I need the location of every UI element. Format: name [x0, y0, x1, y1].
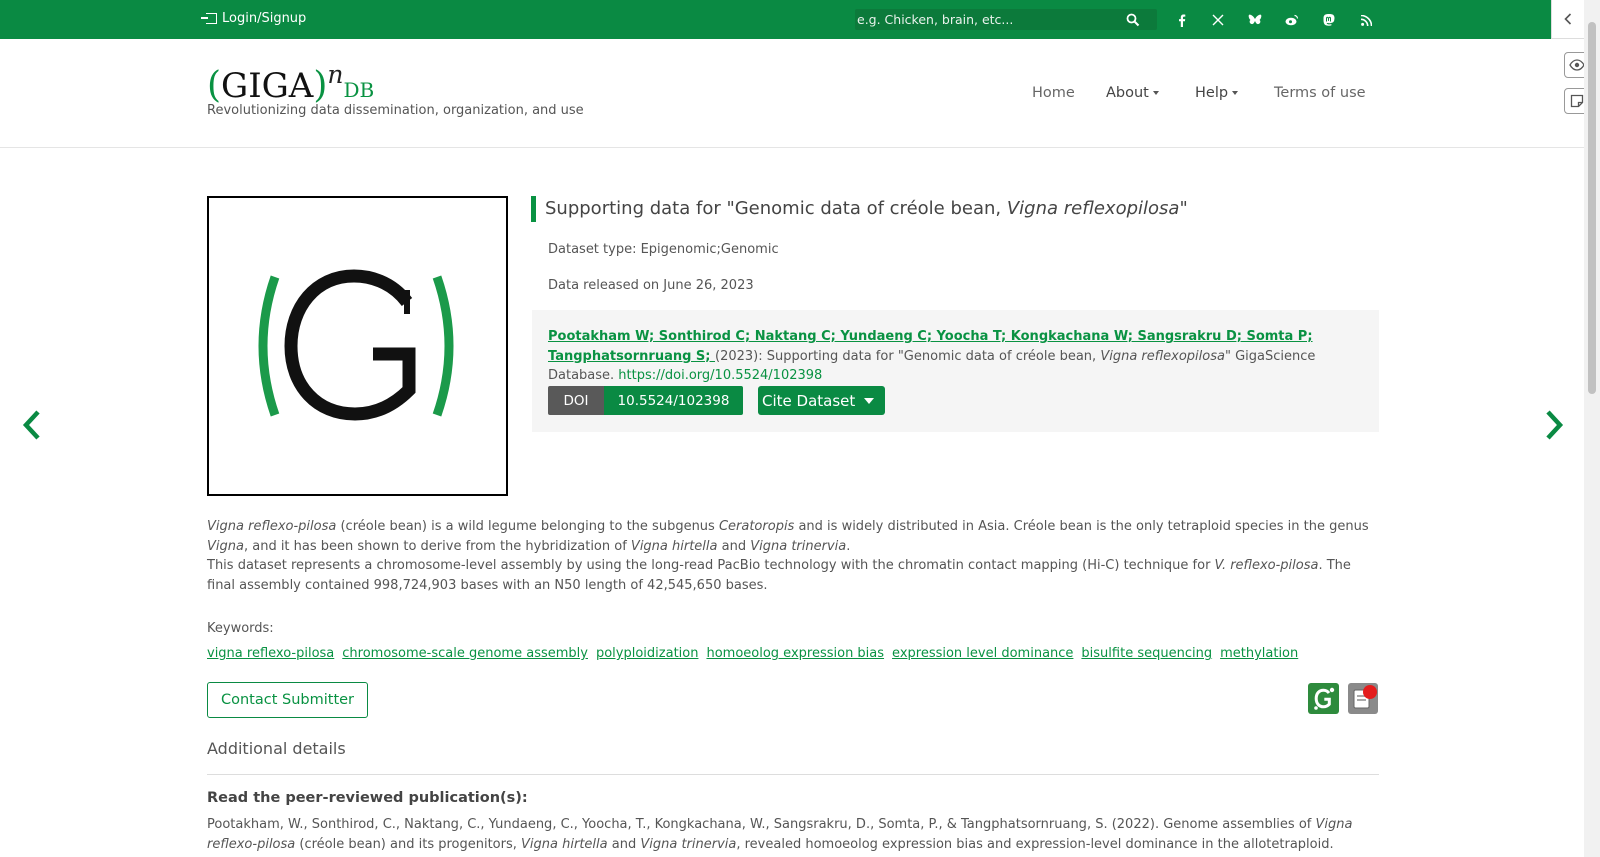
login-label: Login/Signup [222, 11, 307, 26]
nav-terms-of-use[interactable]: Terms of use [1274, 85, 1366, 101]
site-tagline: Revolutionizing data dissemination, orga… [207, 103, 584, 118]
next-dataset-arrow-icon[interactable] [1542, 407, 1566, 443]
publication-citation: Pootakham, W., Sonthirod, C., Naktang, C… [207, 817, 1353, 852]
doi-value[interactable]: 10.5524/102398 [604, 386, 743, 415]
login-signup-link[interactable]: Login/Signup [201, 11, 307, 26]
keyword-link[interactable]: chromosome-scale genome assembly [342, 646, 588, 661]
divider [207, 774, 1379, 775]
dropdown-caret-icon [864, 398, 874, 404]
caret-down-icon [1152, 91, 1159, 95]
search-input[interactable] [855, 9, 1125, 30]
release-date: Data released on June 26, 2023 [548, 278, 754, 293]
citation-doi-link[interactable]: https://doi.org/10.5524/102398 [618, 368, 822, 383]
gigascience-g-logo [258, 269, 454, 421]
keyword-link[interactable]: expression level dominance [892, 646, 1073, 661]
galaxy-g-icon [1314, 687, 1335, 710]
description-paragraph-1: Vigna reflexo-pilosa (créole bean) is a … [207, 519, 1369, 554]
x-icon[interactable] [1209, 11, 1227, 29]
keyword-link[interactable]: vigna reflexo-pilosa [207, 646, 334, 661]
file-preview-tool-button[interactable] [1348, 683, 1378, 714]
scrollbar-thumb[interactable] [1588, 22, 1596, 394]
galaxy-tool-button[interactable] [1308, 683, 1339, 714]
dataset-title: Supporting data for "Genomic data of cré… [531, 196, 1188, 222]
site-header: (GIGA)nDB Revolutionizing data dissemina… [0, 39, 1584, 148]
mastodon-icon[interactable] [1320, 11, 1338, 29]
side-panel-toggle[interactable] [1551, 0, 1585, 39]
doi-label: DOI [548, 386, 604, 415]
keyword-link[interactable]: homoeolog expression bias [706, 646, 884, 661]
description-paragraph-2: This dataset represents a chromosome-lev… [207, 558, 1351, 593]
nav-about[interactable]: About [1106, 85, 1159, 101]
keywords-list: vigna reflexo-pilosa chromosome-scale ge… [207, 646, 1298, 661]
dataset-type: Dataset type: Epigenomic;Genomic [548, 242, 779, 257]
dataset-description: Vigna reflexo-pilosa (créole bean) is a … [207, 517, 1379, 595]
nav-home[interactable]: Home [1032, 85, 1075, 101]
search-icon[interactable] [1126, 13, 1140, 27]
sign-in-icon [201, 13, 217, 24]
nav-help[interactable]: Help [1195, 85, 1239, 101]
search-box [855, 9, 1157, 30]
file-badge-icon [1353, 685, 1377, 709]
publications-heading: Read the peer-reviewed publication(s): [207, 790, 528, 806]
chevron-left-icon [1564, 13, 1572, 25]
rss-icon[interactable] [1357, 11, 1375, 29]
bluesky-icon[interactable] [1246, 11, 1264, 29]
dataset-image [207, 196, 508, 496]
weibo-icon[interactable] [1283, 11, 1301, 29]
keywords-label: Keywords: [207, 621, 274, 636]
caret-down-icon [1232, 91, 1239, 95]
gigadb-logo[interactable]: (GIGA)nDB [207, 60, 374, 106]
doi-badge[interactable]: DOI 10.5524/102398 [548, 386, 743, 415]
page-scrollbar[interactable] [1584, 0, 1600, 857]
keyword-link[interactable]: bisulfite sequencing [1081, 646, 1212, 661]
previous-dataset-arrow-icon[interactable] [20, 407, 44, 443]
facebook-icon[interactable] [1173, 11, 1191, 29]
keyword-link[interactable]: methylation [1220, 646, 1298, 661]
top-bar: Login/Signup [0, 0, 1600, 39]
contact-submitter-button[interactable]: Contact Submitter [207, 682, 368, 718]
cite-dataset-button[interactable]: Cite Dataset [758, 386, 885, 415]
keyword-link[interactable]: polyploidization [596, 646, 699, 661]
additional-details-heading: Additional details [207, 739, 346, 758]
